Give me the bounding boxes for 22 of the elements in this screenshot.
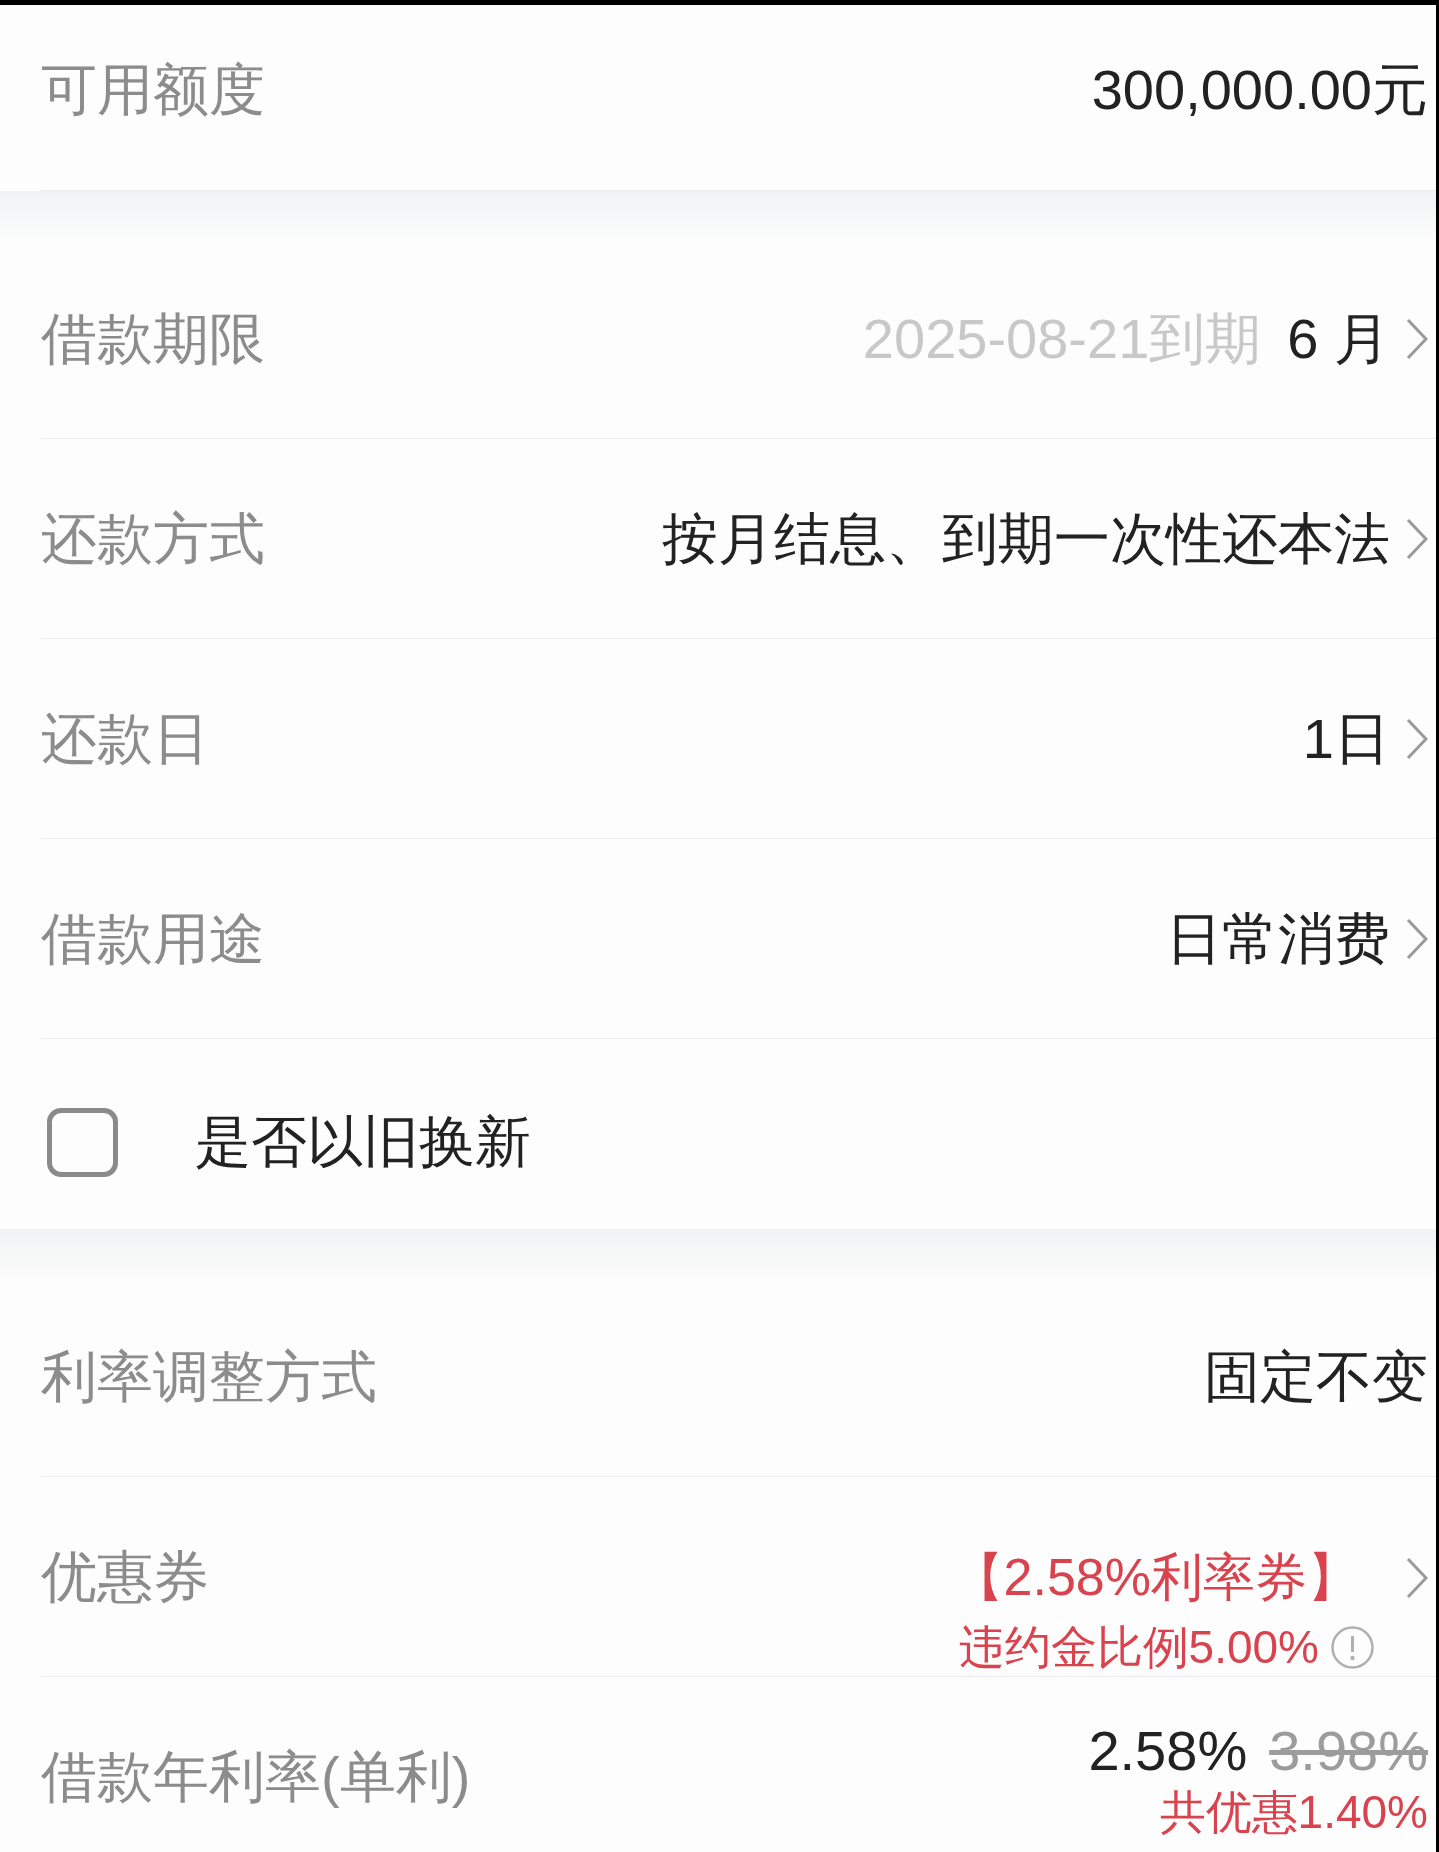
field-label: 可用额度: [41, 56, 265, 123]
original-rate: 3.98%: [1269, 1718, 1428, 1784]
field-label: 还款日: [41, 705, 209, 772]
field-label: 优惠券: [41, 1543, 209, 1610]
penalty-note: 违约金比例5.00%: [958, 1620, 1319, 1675]
field-label: 借款期限: [41, 305, 265, 372]
field-value: 固定不变: [1204, 1343, 1428, 1410]
exclamation-circle-icon: [1331, 1625, 1374, 1669]
field-value: 日常消费: [1166, 905, 1390, 972]
field-value: 300,000.00元: [1091, 56, 1428, 123]
field-label: 还款方式: [41, 505, 265, 572]
field-value: 按月结息、到期一次性还本法: [662, 505, 1390, 572]
coupon-value: 【2.58%利率券】: [951, 1547, 1359, 1608]
rate-value: 2.58%: [1088, 1718, 1248, 1784]
field-label: 利率调整方式: [41, 1343, 377, 1410]
field-label: 借款用途: [41, 905, 265, 972]
field-label: 借款年利率(单利): [41, 1744, 471, 1810]
checkbox-label: 是否以旧换新: [195, 1109, 531, 1176]
field-value: 6 月: [1287, 305, 1390, 372]
discount-note: 共优惠1.40%: [1159, 1785, 1428, 1840]
field-value: 1日: [1302, 705, 1390, 772]
checkbox[interactable]: [47, 1107, 118, 1177]
